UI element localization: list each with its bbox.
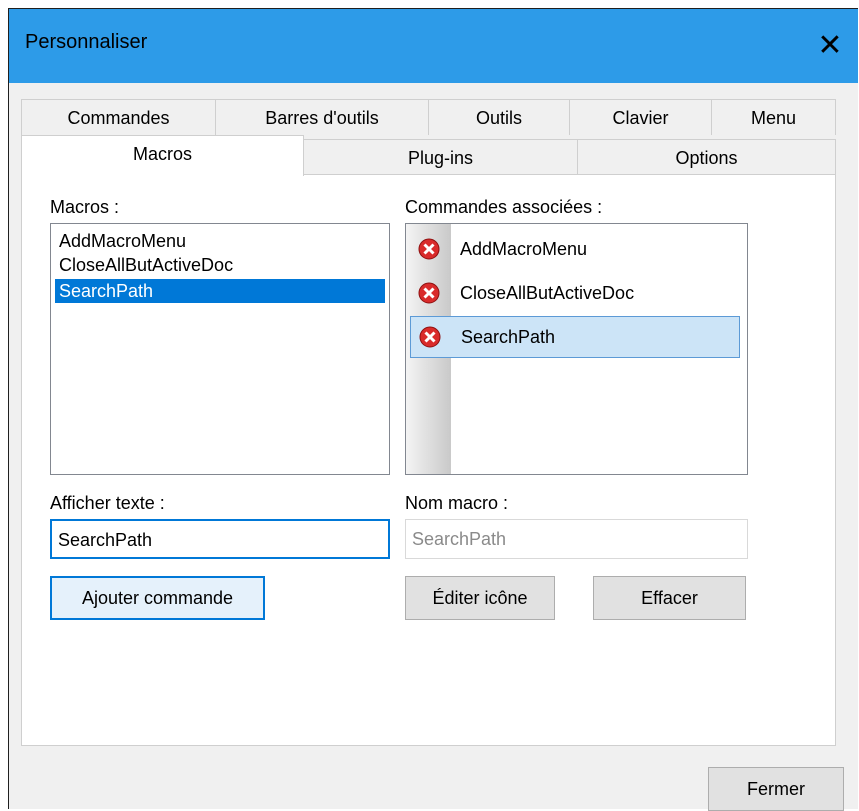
list-item-selected[interactable]: SearchPath xyxy=(55,279,385,303)
error-icon xyxy=(419,326,441,348)
macros-listbox[interactable]: AddMacroMenu CloseAllButActiveDoc Search… xyxy=(50,223,390,475)
error-icon xyxy=(418,238,440,260)
tab-barres-outils[interactable]: Barres d'outils xyxy=(215,99,429,135)
command-item[interactable]: CloseAllButActiveDoc xyxy=(410,273,740,315)
commands-listbox[interactable]: AddMacroMenu CloseAllButActiveDoc Search… xyxy=(405,223,748,475)
commands-label: Commandes associées : xyxy=(405,197,603,217)
tab-outils[interactable]: Outils xyxy=(428,99,570,135)
error-icon xyxy=(418,282,440,304)
close-button[interactable]: Fermer xyxy=(708,767,844,811)
display-text-label: Afficher texte : xyxy=(50,493,165,513)
display-text-input[interactable]: SearchPath xyxy=(50,519,390,559)
edit-icon-button[interactable]: Éditer icône xyxy=(405,576,555,620)
command-label: SearchPath xyxy=(461,327,556,347)
command-label: AddMacroMenu xyxy=(460,239,588,259)
add-command-button[interactable]: Ajouter commande xyxy=(50,576,265,620)
macros-label: Macros : xyxy=(50,197,120,217)
list-item[interactable]: CloseAllButActiveDoc xyxy=(55,253,385,277)
command-item-selected[interactable]: SearchPath xyxy=(410,316,740,358)
macro-name-field: SearchPath xyxy=(405,519,748,559)
macros-panel: Macros : AddMacroMenu CloseAllButActiveD… xyxy=(21,174,836,746)
tab-menu[interactable]: Menu xyxy=(711,99,836,135)
tab-row-bottom: Macros Plug-ins Options xyxy=(21,135,836,176)
tab-clavier[interactable]: Clavier xyxy=(569,99,712,135)
command-label: CloseAllButActiveDoc xyxy=(460,283,635,303)
delete-button[interactable]: Effacer xyxy=(593,576,746,620)
tab-row-top: Commandes Barres d'outils Outils Clavier… xyxy=(21,99,836,137)
title-bar: Personnaliser ✕ xyxy=(9,9,858,83)
command-item[interactable]: AddMacroMenu xyxy=(410,229,740,271)
tab-commandes[interactable]: Commandes xyxy=(21,99,216,135)
tab-options[interactable]: Options xyxy=(577,139,836,175)
tab-plug-ins[interactable]: Plug-ins xyxy=(303,139,578,175)
customize-dialog: Personnaliser ✕ Commandes Barres d'outil… xyxy=(8,8,858,811)
macro-name-label: Nom macro : xyxy=(405,493,509,513)
close-icon[interactable]: ✕ xyxy=(807,23,853,69)
window-title: Personnaliser xyxy=(25,31,148,53)
list-item[interactable]: AddMacroMenu xyxy=(55,229,385,253)
tab-macros[interactable]: Macros xyxy=(21,135,304,176)
